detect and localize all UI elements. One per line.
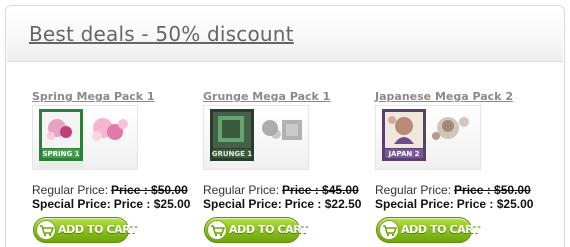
svg-text:GRUNGE 1: GRUNGE 1 [212, 150, 253, 158]
product-box-japanese-icon: JAPAN 2 [382, 109, 469, 161]
add-to-cart-button[interactable]: ADD TO CART [33, 217, 137, 243]
product-name-link[interactable]: Spring Mega Pack 1 [32, 90, 155, 103]
product-card-japanese: Japanese Mega Pack 2 JAPAN 2 Regular Pri… [375, 86, 545, 247]
shopping-cart-icon [36, 220, 56, 240]
special-price-label: Special Price: [203, 197, 282, 211]
add-to-cart-label: ADD TO CART [401, 223, 480, 236]
regular-price-label: Regular Price: [375, 183, 452, 197]
regular-price-row: Regular Price: Price : $50.00 [375, 183, 531, 197]
regular-price-row: Regular Price: Price : $45.00 [203, 183, 359, 197]
shopping-cart-icon [379, 220, 399, 240]
add-to-cart-label: ADD TO CART [229, 223, 308, 236]
product-card-grunge: Grunge Mega Pack 1 GRUNGE 1 Regular Pric… [203, 86, 373, 247]
special-price-row: Special Price: Price : $22.50 [203, 197, 361, 211]
best-deals-panel: Best deals - 50% discount Spring Mega Pa… [5, 5, 565, 247]
special-price-label: Special Price: [375, 197, 454, 211]
special-price-value: Price : $25.00 [113, 197, 191, 211]
product-card-spring: Spring Mega Pack 1 SPRING 1 Regular Pric… [32, 86, 202, 247]
add-to-cart-button[interactable]: ADD TO CART [204, 217, 308, 243]
product-thumbnail[interactable]: GRUNGE 1 [203, 105, 309, 170]
product-box-spring-icon: SPRING 1 [39, 109, 128, 168]
regular-price-label: Regular Price: [203, 183, 280, 197]
panel-title[interactable]: Best deals - 50% discount [29, 22, 294, 46]
svg-text:SPRING 1: SPRING 1 [42, 150, 79, 158]
special-price-value: Price : $25.00 [456, 197, 534, 211]
regular-price-value: Price : $45.00 [282, 183, 359, 197]
product-name-link[interactable]: Japanese Mega Pack 2 [375, 90, 513, 103]
special-price-row: Special Price: Price : $25.00 [32, 197, 190, 211]
product-thumbnail[interactable]: SPRING 1 [32, 105, 138, 170]
product-thumbnail[interactable]: JAPAN 2 [375, 105, 481, 170]
product-name-link[interactable]: Grunge Mega Pack 1 [203, 90, 330, 103]
shopping-cart-icon [207, 220, 227, 240]
regular-price-value: Price : $50.00 [111, 183, 188, 197]
add-to-cart-button[interactable]: ADD TO CART [376, 217, 480, 243]
special-price-row: Special Price: Price : $25.00 [375, 197, 533, 211]
regular-price-label: Regular Price: [32, 183, 109, 197]
svg-text:JAPAN 2: JAPAN 2 [387, 150, 419, 158]
special-price-value: Price : $22.50 [284, 197, 362, 211]
regular-price-row: Regular Price: Price : $50.00 [32, 183, 188, 197]
special-price-label: Special Price: [32, 197, 111, 211]
regular-price-value: Price : $50.00 [454, 183, 531, 197]
panel-header: Best deals - 50% discount [7, 7, 563, 62]
product-box-grunge-icon: GRUNGE 1 [210, 109, 302, 161]
add-to-cart-label: ADD TO CART [58, 223, 137, 236]
